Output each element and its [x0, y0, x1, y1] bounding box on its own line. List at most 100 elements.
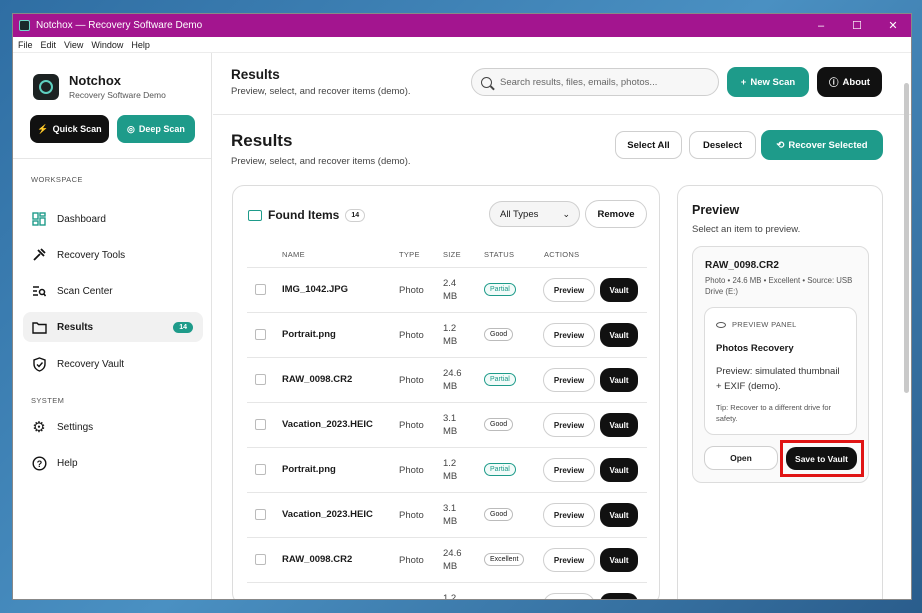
quick-scan-button[interactable]: ⚡ Quick Scan: [30, 115, 109, 143]
preview-button[interactable]: Preview: [543, 368, 595, 392]
search-bar[interactable]: [471, 68, 719, 96]
vault-button[interactable]: Vault: [600, 413, 638, 437]
row-checkbox[interactable]: [255, 329, 266, 340]
brand-subtitle: Recovery Software Demo: [69, 90, 166, 100]
close-button[interactable]: ✕: [875, 19, 911, 32]
type-filter-select[interactable]: All Types ⌄: [489, 201, 580, 227]
preview-button[interactable]: Preview: [543, 593, 595, 599]
row-checkbox[interactable]: [255, 599, 266, 600]
sidebar-item-label: Recovery Tools: [57, 249, 126, 261]
file-size: 1.2 MB: [443, 593, 457, 600]
table-row[interactable]: Vacation_2023.HEIC Photo 3.1 MB Good Preview…: [247, 492, 647, 537]
file-type: Photo: [399, 510, 424, 521]
table-row[interactable]: RAW_0098.CR2 Photo 24.6 MB Excellent Preview…: [247, 537, 647, 582]
header-title: Results: [231, 67, 280, 82]
select-all-button[interactable]: Select All: [615, 131, 682, 159]
found-items-title: Found Items: [268, 208, 340, 222]
table-row[interactable]: RAW_0098.CR2 Photo 24.6 MB Partial Preview Va…: [247, 357, 647, 402]
preview-button[interactable]: Preview: [543, 548, 595, 572]
preview-subtitle: Select an item to preview.: [692, 224, 801, 235]
preview-title: Preview: [692, 203, 740, 217]
menu-help[interactable]: Help: [131, 40, 150, 50]
table-row[interactable]: Portrait.png Photo 1.2 MB Good Preview Vault: [247, 312, 647, 357]
maximize-button[interactable]: ☐: [839, 19, 875, 32]
menu-edit[interactable]: Edit: [41, 40, 57, 50]
vault-button[interactable]: Vault: [600, 278, 638, 302]
vault-button[interactable]: Vault: [600, 503, 638, 527]
row-checkbox[interactable]: [255, 284, 266, 295]
scrollbar[interactable]: [904, 83, 909, 393]
vault-button[interactable]: Vault: [600, 593, 638, 599]
vault-button[interactable]: Vault: [600, 368, 638, 392]
sidebar-item-label: Scan Center: [57, 285, 113, 297]
sidebar-item-recovery-tools[interactable]: Recovery Tools: [23, 240, 203, 270]
preview-button[interactable]: Preview: [543, 278, 595, 302]
column-header-name: NAME: [282, 250, 305, 259]
vault-button[interactable]: Vault: [600, 548, 638, 572]
row-checkbox[interactable]: [255, 419, 266, 430]
file-type: Photo: [399, 555, 424, 566]
page-title: Results: [231, 131, 293, 150]
preview-file-meta: Photo • 24.6 MB • Excellent • Source: US…: [705, 276, 853, 296]
restore-icon: ⟲: [776, 139, 785, 151]
table-row[interactable]: Portrait.pngPhoto1.2 MBPreviewVault: [247, 582, 647, 600]
row-checkbox[interactable]: [255, 509, 266, 520]
vault-button[interactable]: Vault: [600, 458, 638, 482]
quick-scan-label: Quick Scan: [52, 124, 102, 134]
row-checkbox[interactable]: [255, 554, 266, 565]
about-button[interactable]: ⓘ About: [817, 67, 882, 97]
preview-button[interactable]: Preview: [543, 323, 595, 347]
status-badge: Good: [484, 328, 514, 341]
tools-icon: [31, 247, 47, 263]
sidebar-item-results[interactable]: Results 14: [23, 312, 203, 342]
save-to-vault-button[interactable]: Save to Vault: [786, 447, 857, 470]
gear-icon: ⚙: [32, 419, 46, 436]
sidebar-item-recovery-vault[interactable]: Recovery Vault: [23, 349, 203, 379]
sidebar-item-settings[interactable]: ⚙ Settings: [23, 412, 203, 442]
row-checkbox[interactable]: [255, 374, 266, 385]
menu-file[interactable]: File: [18, 40, 33, 50]
file-type: Photo: [399, 420, 424, 431]
deep-scan-button[interactable]: ◎ Deep Scan: [117, 115, 195, 143]
system-section-label: SYSTEM: [31, 396, 65, 405]
deep-scan-label: Deep Scan: [138, 124, 185, 134]
preview-button[interactable]: Preview: [543, 503, 595, 527]
row-checkbox[interactable]: [255, 464, 266, 475]
file-size: 3.1 MB: [443, 413, 458, 437]
open-button[interactable]: Open: [704, 446, 778, 470]
minimize-button[interactable]: –: [803, 20, 839, 32]
preview-card: Preview Select an item to preview. RAW_0…: [677, 185, 883, 599]
results-count-badge: 14: [173, 321, 193, 333]
preview-panel-label-row: PREVIEW PANEL: [716, 320, 797, 329]
brand-name: Notchox: [69, 73, 121, 88]
preview-button[interactable]: Preview: [543, 413, 595, 437]
remove-button[interactable]: Remove: [585, 200, 647, 228]
file-size: 24.6 MB: [443, 368, 462, 392]
status-badge: Partial: [484, 283, 516, 296]
menu-view[interactable]: View: [64, 40, 83, 50]
table-row[interactable]: IMG_1042.JPG Photo 2.4 MB Partial Preview Vau…: [247, 267, 647, 312]
folder-icon: [31, 319, 47, 335]
new-scan-button[interactable]: + New Scan: [727, 67, 809, 97]
menu-window[interactable]: Window: [91, 40, 123, 50]
file-size: 3.1 MB: [443, 503, 458, 527]
column-header-status: STATUS: [484, 250, 515, 259]
sidebar-item-help[interactable]: ? Help: [23, 448, 203, 478]
deselect-button[interactable]: Deselect: [689, 131, 756, 159]
table-row[interactable]: Vacation_2023.HEIC Photo 3.1 MB Good Preview…: [247, 402, 647, 447]
search-input[interactable]: [500, 76, 700, 88]
table-row[interactable]: Portrait.png Photo 1.2 MB Partial Preview Vau…: [247, 447, 647, 492]
recover-selected-button[interactable]: ⟲ Recover Selected: [761, 130, 883, 160]
column-header-actions: ACTIONS: [544, 250, 580, 259]
preview-button[interactable]: Preview: [543, 458, 595, 482]
vault-button[interactable]: Vault: [600, 323, 638, 347]
status-badge: Partial: [484, 463, 516, 476]
file-size: 1.2 MB: [443, 458, 458, 482]
sidebar-item-scan-center[interactable]: Scan Center: [23, 276, 203, 306]
sidebar-divider: [13, 158, 211, 159]
brand: Notchox Recovery Software Demo: [33, 73, 166, 100]
sidebar-item-dashboard[interactable]: Dashboard: [23, 204, 203, 234]
file-name: Portrait.png: [282, 599, 336, 600]
title-bar: Notchox — Recovery Software Demo – ☐ ✕: [13, 14, 911, 37]
file-type: Photo: [399, 330, 424, 341]
